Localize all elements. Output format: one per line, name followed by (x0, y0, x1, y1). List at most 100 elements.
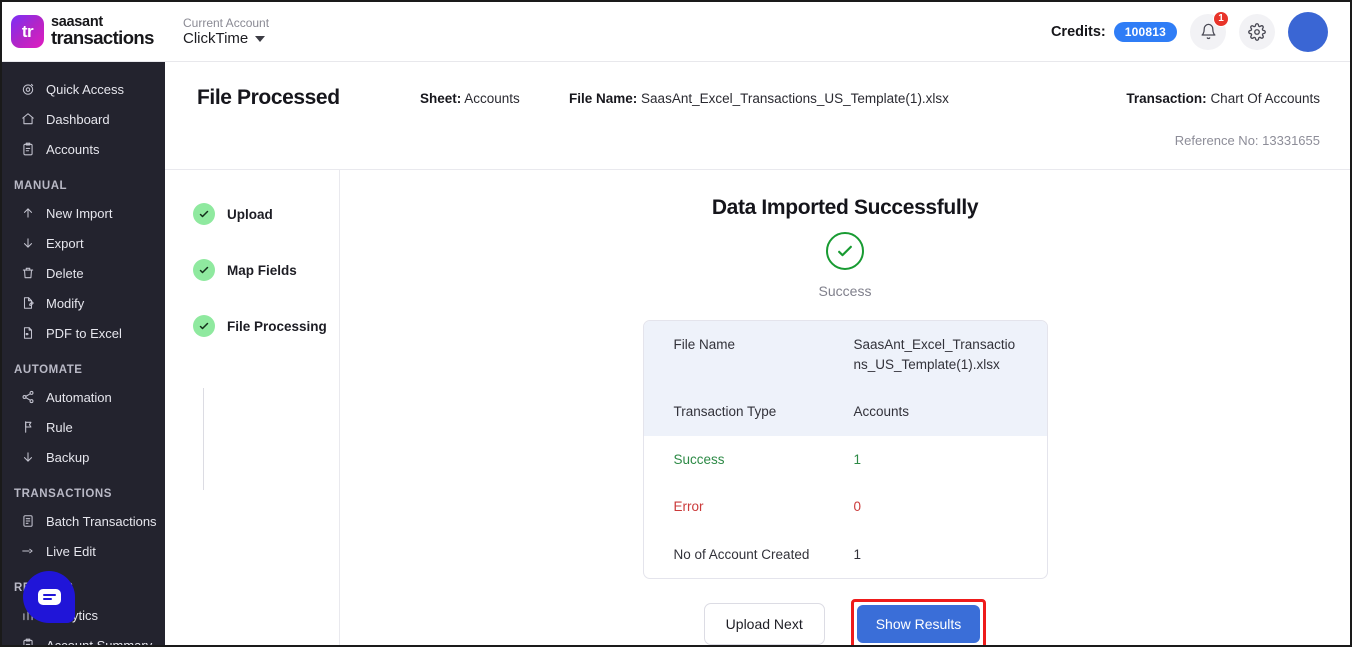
credits-label: Credits: (1051, 24, 1106, 40)
transaction-value: Chart Of Accounts (1210, 91, 1320, 106)
step-complete-check-icon (193, 259, 215, 281)
flag-icon (20, 420, 35, 435)
result-status-text: Success (340, 283, 1350, 299)
sheet-meta: Sheet: Accounts (420, 91, 520, 106)
summary-row-success: Success 1 (644, 436, 1047, 484)
progress-stepper: Upload Map Fields (165, 170, 340, 647)
sidebar-item-label: New Import (46, 206, 112, 221)
action-buttons: Upload Next Show Results (340, 599, 1350, 647)
chevron-down-icon[interactable] (255, 36, 265, 42)
user-avatar[interactable] (1288, 12, 1328, 52)
sidebar-item-label: Account Summary (46, 638, 152, 647)
sheet-value: Accounts (464, 91, 520, 106)
sidebar-item-label: PDF to Excel (46, 326, 122, 341)
step-complete-check-icon (193, 315, 215, 337)
credits-value-badge[interactable]: 100813 (1114, 22, 1177, 42)
step-upload[interactable]: Upload (193, 200, 339, 228)
stepper-connector-line (203, 388, 204, 490)
summary-row-error: Error 0 (644, 483, 1047, 531)
body-area: Upload Map Fields (165, 170, 1350, 647)
summary-value: 0 (854, 497, 862, 517)
current-account-value: ClickTime (183, 30, 248, 48)
success-check-icon (826, 232, 864, 270)
transaction-label: Transaction: (1126, 91, 1206, 106)
logo-text: tr (22, 22, 33, 42)
pencil-line-icon (20, 544, 35, 559)
show-results-button[interactable]: Show Results (857, 605, 981, 643)
summary-value: SaasAnt_Excel_Transactions_US_Template(1… (854, 335, 1017, 374)
target-icon (20, 82, 35, 97)
step-label: Upload (227, 207, 273, 222)
reference-number: Reference No: 13331655 (1175, 133, 1320, 148)
sidebar-item-label: Modify (46, 296, 84, 311)
sheet-label: Sheet: (420, 91, 461, 106)
summary-value: 1 (854, 450, 862, 470)
sidebar-item-new-import[interactable]: New Import (2, 198, 165, 228)
sidebar-item-label: Backup (46, 450, 89, 465)
sidebar-item-pdf-to-excel[interactable]: PDF to Excel (2, 318, 165, 348)
step-complete-check-icon (193, 203, 215, 225)
file-name-meta: File Name: SaasAnt_Excel_Transactions_US… (569, 91, 949, 106)
settings-button[interactable] (1239, 14, 1275, 50)
sidebar-item-label: Batch Transactions (46, 514, 157, 529)
sidebar-item-backup[interactable]: Backup (2, 442, 165, 472)
import-summary-card: File Name SaasAnt_Excel_Transactions_US_… (643, 320, 1048, 579)
summary-value: 1 (854, 545, 862, 565)
show-results-highlight: Show Results (851, 599, 987, 647)
page-title: File Processed (197, 86, 340, 110)
brand-name: saasant transactions (51, 15, 154, 48)
current-account-value-row: ClickTime (183, 30, 269, 48)
top-bar-right: Credits: 100813 1 (1051, 12, 1350, 52)
download-icon (20, 450, 35, 465)
summary-key: File Name (674, 335, 854, 355)
sidebar-item-live-edit[interactable]: Live Edit (2, 536, 165, 566)
summary-key: Success (674, 450, 854, 470)
result-pane: Data Imported Successfully Success File … (340, 170, 1350, 647)
sidebar-item-automation[interactable]: Automation (2, 382, 165, 412)
clipboard-icon (20, 142, 35, 157)
step-label: Map Fields (227, 263, 297, 278)
sidebar-item-label: Export (46, 236, 84, 251)
file-name-value: SaasAnt_Excel_Transactions_US_Template(1… (641, 91, 949, 106)
sidebar-item-rule[interactable]: Rule (2, 412, 165, 442)
chat-support-button[interactable] (23, 571, 75, 623)
main-content: File Processed Sheet: Accounts File Name… (165, 60, 1350, 647)
sidebar-item-label: Delete (46, 266, 84, 281)
sidebar-item-label: Automation (46, 390, 112, 405)
brand-logo-area[interactable]: tr saasant transactions (2, 3, 165, 61)
share-nodes-icon (20, 390, 35, 405)
summary-value: Accounts (854, 402, 910, 422)
step-file-processing[interactable]: File Processing (193, 312, 339, 340)
brand-name-line2: transactions (51, 29, 154, 48)
sidebar-item-label: Accounts (46, 142, 99, 157)
summary-key: Error (674, 497, 854, 517)
notification-count-badge: 1 (1213, 11, 1229, 27)
sidebar-item-label: Quick Access (46, 82, 124, 97)
sidebar-item-accounts[interactable]: Accounts (2, 134, 165, 164)
sidebar-item-account-summary[interactable]: Account Summary (2, 630, 165, 647)
sidebar-item-quick-access[interactable]: Quick Access (2, 74, 165, 104)
gear-icon (1248, 23, 1266, 41)
summary-row-file-name: File Name SaasAnt_Excel_Transactions_US_… (644, 321, 1047, 388)
notifications-button[interactable]: 1 (1190, 14, 1226, 50)
sidebar-item-dashboard[interactable]: Dashboard (2, 104, 165, 134)
file-name-label: File Name: (569, 91, 637, 106)
summary-key: Transaction Type (674, 402, 854, 422)
current-account-selector[interactable]: Current Account ClickTime (183, 16, 269, 48)
credits-display: Credits: 100813 (1051, 22, 1177, 42)
upload-icon (20, 206, 35, 221)
transaction-meta: Transaction: Chart Of Accounts (1126, 91, 1320, 106)
clipboard-icon (20, 638, 35, 647)
page-header: File Processed Sheet: Accounts File Name… (165, 60, 1350, 170)
sidebar-item-modify[interactable]: Modify (2, 288, 165, 318)
summary-key: No of Account Created (674, 545, 854, 565)
step-map-fields[interactable]: Map Fields (193, 256, 339, 284)
sidebar-section-automate: AUTOMATE (2, 364, 165, 376)
sidebar-item-delete[interactable]: Delete (2, 258, 165, 288)
upload-next-button[interactable]: Upload Next (704, 603, 825, 645)
home-icon (20, 112, 35, 127)
sidebar-item-export[interactable]: Export (2, 228, 165, 258)
sidebar-item-batch-transactions[interactable]: Batch Transactions (2, 506, 165, 536)
pdf-file-icon (20, 326, 35, 341)
top-bar: tr saasant transactions Current Account … (2, 2, 1350, 62)
